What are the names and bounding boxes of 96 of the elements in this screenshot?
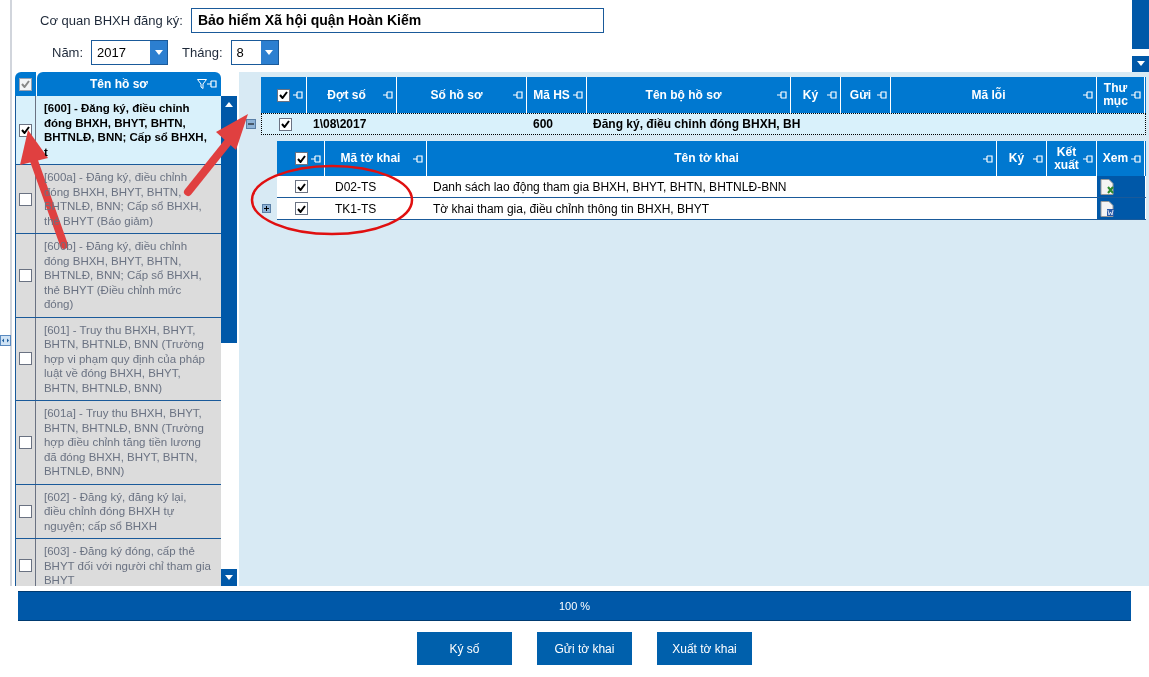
checkbox[interactable] bbox=[18, 192, 32, 206]
checkbox[interactable] bbox=[295, 202, 308, 215]
check-icon bbox=[20, 80, 30, 88]
caret-icon bbox=[265, 50, 274, 55]
column-header[interactable]: Ký bbox=[794, 88, 827, 102]
pin-icon bbox=[1131, 154, 1141, 163]
pin-icon bbox=[293, 91, 303, 99]
dropdown[interactable]: 2017 bbox=[91, 40, 169, 65]
scroll-down-button[interactable] bbox=[221, 569, 237, 586]
pin-icon bbox=[413, 154, 423, 163]
table-cell-text: 600 bbox=[533, 116, 554, 133]
pin-icon bbox=[573, 91, 583, 99]
column-header[interactable]: Kết xuất bbox=[1050, 145, 1083, 172]
table-cell-text: Tờ khai tham gia, điều chỉnh thông tin BHXH, BHYT bbox=[433, 200, 709, 218]
check-icon bbox=[297, 154, 306, 163]
filter-icon bbox=[197, 79, 207, 89]
checkbox[interactable] bbox=[18, 352, 32, 366]
check-icon bbox=[279, 91, 288, 99]
dossier-text: [602] - Đăng ký, đăng ký lại, điều chỉnh đóng BHXH tự nguyện; cấp sổ BHXH bbox=[42, 489, 188, 534]
table-cell-text: TK1-TS bbox=[335, 200, 377, 218]
action-button[interactable]: Xuất tờ khai bbox=[657, 632, 752, 665]
checkbox[interactable] bbox=[279, 117, 292, 131]
pin-icon bbox=[383, 91, 393, 99]
check-icon bbox=[20, 126, 30, 134]
dossier-text: [601a] - Truy thu BHXH, BHYT, BHTN, BHTNLĐ, BNN (Trường hợp điều chỉnh tăng tiền lương đã đóng BHXH, BHYT, BHTN, BHTNLĐ, BNN) bbox=[42, 406, 205, 479]
check-icon bbox=[297, 204, 306, 213]
pin-icon bbox=[513, 91, 523, 99]
minus-icon bbox=[248, 121, 254, 127]
column-header[interactable]: Thư mục bbox=[1100, 82, 1131, 108]
pin-icon bbox=[1131, 91, 1141, 99]
checkbox[interactable] bbox=[18, 123, 32, 137]
column-header[interactable]: Mã HS bbox=[530, 88, 573, 102]
column-header[interactable]: Đợt số bbox=[310, 88, 383, 102]
checkbox[interactable] bbox=[18, 268, 32, 282]
field-label: Năm: bbox=[52, 43, 84, 62]
dropdown[interactable]: 8 bbox=[230, 40, 279, 65]
table-cell-text: Danh sách lao động tham gia BHXH, BHYT, BHTN, BHTNLĐ-BNN bbox=[433, 178, 787, 196]
checkbox[interactable] bbox=[18, 504, 32, 518]
document-icon[interactable] bbox=[1100, 200, 1115, 217]
column-header[interactable]: Gửi bbox=[844, 88, 877, 102]
column-header[interactable]: Tên bộ hồ sơ bbox=[590, 88, 777, 102]
action-button[interactable]: Gửi tờ khai bbox=[537, 632, 632, 665]
dossier-item[interactable]: [600b] - Đăng ký, điều chỉnh đóng BHXH, BHYT, BHTN, BHTNLĐ, BNN; Cấp sổ BHXH, thẻ BHYT (Điều chỉnh mức đóng) bbox=[15, 234, 221, 318]
column-header[interactable]: Xem bbox=[1100, 152, 1131, 165]
pin-icon bbox=[777, 91, 787, 99]
pin-icon bbox=[827, 91, 837, 99]
check-icon bbox=[281, 120, 290, 128]
dossier-item[interactable]: [603] - Đăng ký đóng, cấp thẻ BHYT đối với người chỉ tham gia BHYT bbox=[15, 539, 221, 586]
field-label: Cơ quan BHXH đăng ký: bbox=[40, 11, 183, 30]
column-header[interactable]: Số hồ sơ bbox=[400, 88, 513, 102]
checkbox[interactable] bbox=[18, 435, 32, 449]
pin-icon bbox=[1083, 154, 1093, 163]
field-label: Tháng: bbox=[182, 43, 223, 62]
column-header[interactable]: Mã lỗi bbox=[894, 88, 1083, 102]
dossier-text: [601] - Truy thu BHXH, BHYT, BHTN, BHTNLĐ, BNN (Trường hợp vi phạm quy định của pháp luật về đóng BHXH, BHYT, BHTN, BHTNLĐ, BNN) bbox=[42, 322, 206, 396]
checkbox[interactable] bbox=[295, 180, 308, 193]
expand-toggle[interactable] bbox=[262, 204, 271, 213]
column-header[interactable]: Tên tờ khai bbox=[430, 152, 983, 165]
dossier-item[interactable]: [602] - Đăng ký, đăng ký lại, điều chỉnh đóng BHXH tự nguyện; cấp sổ BHXH bbox=[15, 484, 221, 539]
caret-icon bbox=[154, 50, 163, 55]
progress-label: 100 % bbox=[558, 598, 591, 614]
spreadsheet-icon[interactable] bbox=[1100, 178, 1115, 195]
scroll-thumb[interactable] bbox=[221, 113, 237, 343]
pin-icon bbox=[1083, 91, 1093, 99]
caret-icon bbox=[1136, 61, 1145, 67]
pin-icon bbox=[877, 91, 887, 99]
pin-icon bbox=[207, 80, 217, 88]
table-cell-text: D02-TS bbox=[335, 178, 377, 196]
check-icon bbox=[297, 182, 306, 191]
scroll-thumb[interactable] bbox=[1132, 0, 1149, 49]
checkbox[interactable] bbox=[18, 77, 32, 91]
pin-icon bbox=[1033, 154, 1043, 163]
scroll-up-button[interactable] bbox=[221, 96, 237, 113]
splitter-icon[interactable] bbox=[0, 335, 11, 346]
dossier-text: [603] - Đăng ký đóng, cấp thẻ BHYT đối với người chỉ tham gia BHYT bbox=[42, 544, 212, 586]
plus-icon bbox=[264, 206, 269, 211]
column-header[interactable]: Ký bbox=[1000, 152, 1033, 165]
dossier-item[interactable]: [600] - Đăng ký, điều chỉnh đóng BHXH, BHYT, BHTN, BHTNLĐ, BNN; Cấp sổ BHXH, t bbox=[15, 96, 221, 165]
expand-toggle[interactable] bbox=[246, 119, 256, 129]
caret-icon bbox=[225, 575, 233, 580]
column-header[interactable]: Mã tờ khai bbox=[328, 152, 413, 165]
pin-icon bbox=[983, 154, 993, 163]
checkbox[interactable] bbox=[18, 559, 32, 573]
pin-icon bbox=[311, 154, 321, 163]
dossier-item[interactable]: [601a] - Truy thu BHXH, BHYT, BHTN, BHTNLĐ, BNN (Trường hợp điều chỉnh tăng tiền lương đã đóng BHXH, BHYT, BHTN, BHTNLĐ, BNN) bbox=[15, 401, 221, 485]
agency-field[interactable]: Bảo hiểm Xã hội quận Hoàn Kiếm bbox=[190, 8, 604, 33]
checkbox[interactable] bbox=[295, 152, 308, 165]
dossier-item[interactable]: [601] - Truy thu BHXH, BHYT, BHTN, BHTNLĐ, BNN (Trường hợp vi phạm quy định của pháp luật về đóng BHXH, BHYT, BHTN, BHTNLĐ, BNN) bbox=[15, 317, 221, 401]
table-cell-text: Đăng ký, điều chỉnh đóng BHXH, BH bbox=[593, 116, 801, 133]
dossier-text: [600b] - Đăng ký, điều chỉnh đóng BHXH, BHYT, BHTN, BHTNLĐ, BNN; Cấp sổ BHXH, thẻ BHYT (Điều chỉnh mức đóng) bbox=[42, 239, 203, 312]
scroll-down-button[interactable] bbox=[1132, 55, 1149, 72]
table-cell-text: 1\08\2017 bbox=[313, 116, 367, 133]
caret-icon bbox=[225, 102, 233, 107]
dossier-text: [600] - Đăng ký, điều chỉnh đóng BHXH, BHYT, BHTN, BHTNLĐ, BNN; Cấp sổ BHXH, t bbox=[42, 101, 208, 160]
checkbox[interactable] bbox=[277, 88, 290, 102]
action-button[interactable]: Ký số bbox=[417, 632, 512, 665]
